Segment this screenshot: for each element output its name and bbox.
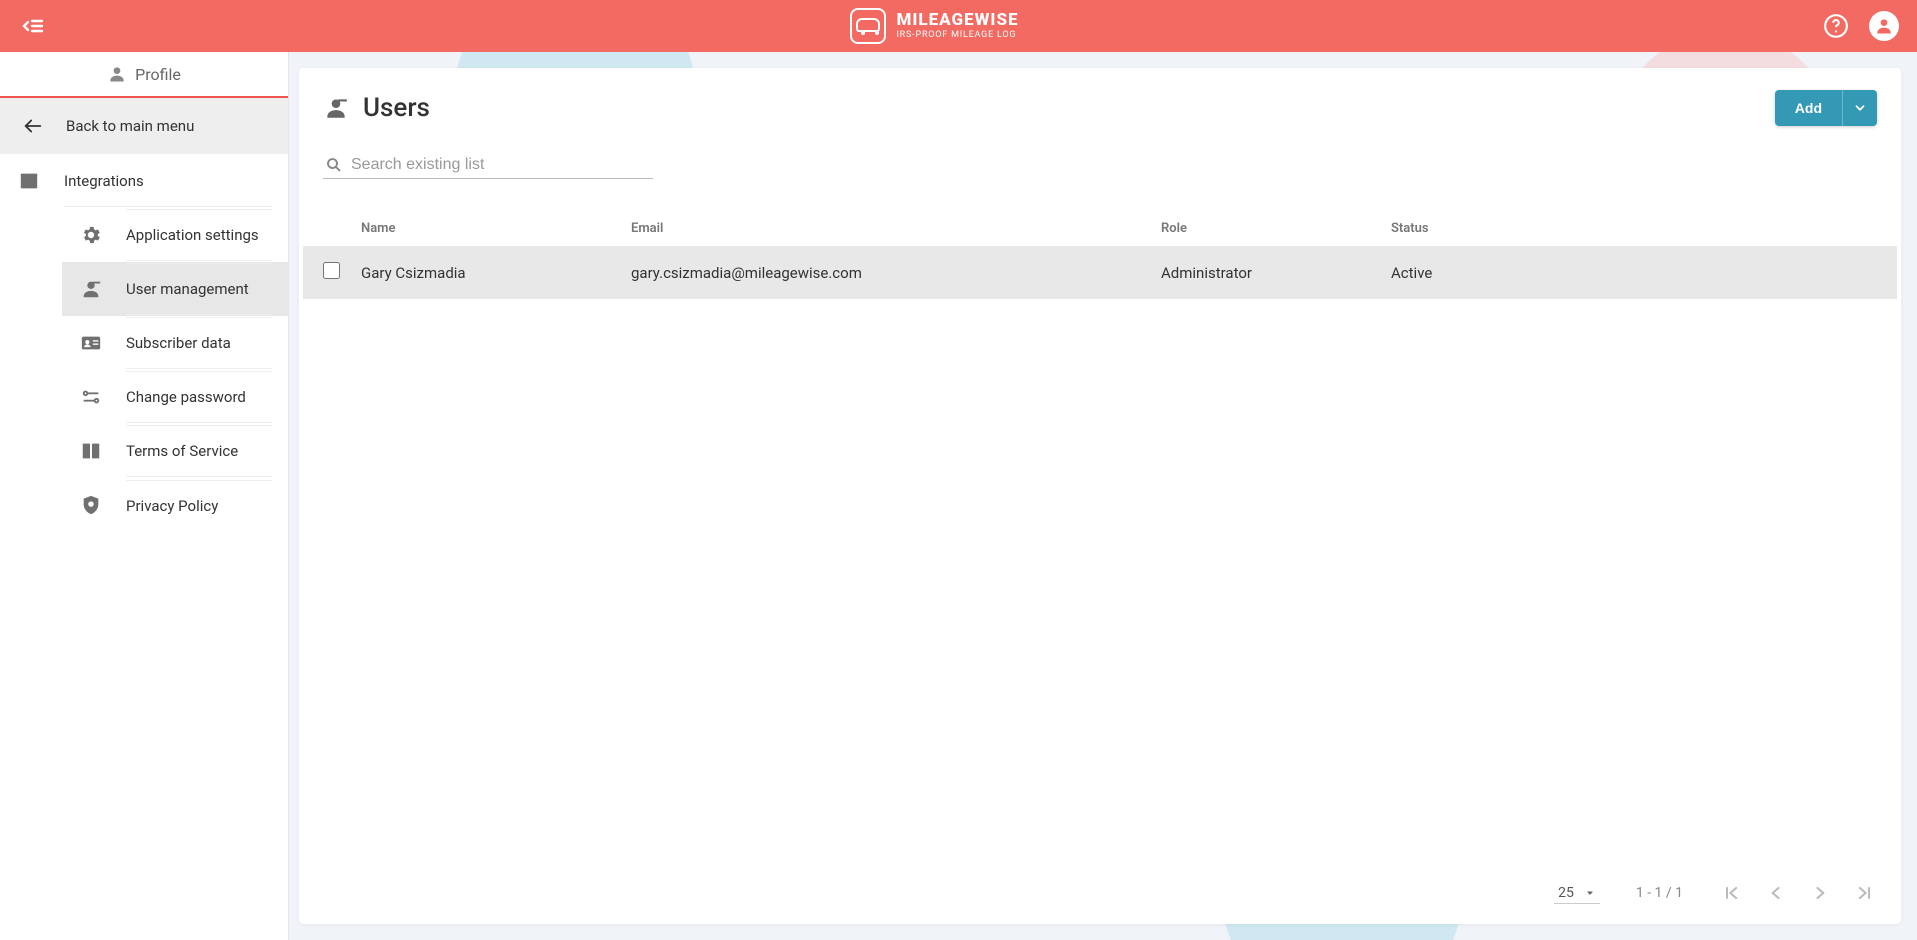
sidebar: Profile Back to main menu Integrations A… — [0, 52, 289, 940]
back-label: Back to main menu — [66, 117, 194, 135]
cell-email: gary.csizmadia@mileagewise.com — [623, 246, 1153, 299]
cell-status: Active — [1383, 246, 1897, 299]
search-icon — [325, 156, 343, 174]
sidebar-item-subscriber-data[interactable]: Subscriber data — [62, 316, 288, 370]
users-table: Name Email Role Status Gary Csizmadia ga… — [303, 211, 1897, 299]
sidebar-item-label: Terms of Service — [126, 425, 272, 477]
cell-name: Gary Csizmadia — [353, 246, 623, 299]
add-button-group: Add — [1775, 90, 1877, 126]
sidebar-item-terms[interactable]: Terms of Service — [62, 424, 288, 478]
sidebar-item-change-password[interactable]: Change password — [62, 370, 288, 424]
sidebar-item-user-management[interactable]: User management — [62, 262, 288, 316]
main-panel: Users Add — [299, 68, 1901, 924]
account-button[interactable] — [1869, 11, 1899, 41]
user-manage-icon — [80, 278, 102, 300]
id-card-icon — [80, 332, 102, 354]
sidebar-item-integrations[interactable]: Integrations — [0, 154, 288, 208]
caret-down-icon — [1584, 887, 1596, 899]
first-page-button[interactable] — [1719, 880, 1745, 906]
sidebar-item-label: Change password — [126, 371, 272, 423]
add-dropdown-button[interactable] — [1842, 90, 1877, 126]
column-header-name[interactable]: Name — [353, 211, 623, 246]
chevron-down-icon — [1853, 101, 1867, 115]
sidebar-item-label: Subscriber data — [126, 317, 272, 369]
last-page-button[interactable] — [1851, 880, 1877, 906]
add-button[interactable]: Add — [1775, 90, 1842, 126]
sidebar-item-app-settings[interactable]: Application settings — [62, 208, 288, 262]
brand-mark-icon — [850, 8, 886, 44]
key-icon — [80, 386, 102, 408]
account-icon — [1874, 16, 1894, 36]
prev-page-button[interactable] — [1763, 880, 1789, 906]
brand-tagline: IRS-PROOF MILEAGE LOG — [896, 31, 1018, 40]
sidebar-menu: Integrations Application settings User m… — [0, 154, 288, 532]
book-icon — [80, 440, 102, 462]
first-page-icon — [1722, 883, 1742, 903]
sidebar-item-label: User management — [126, 263, 272, 315]
column-header-status[interactable]: Status — [1383, 211, 1897, 246]
sidebar-item-label: Application settings — [126, 209, 272, 261]
help-icon — [1823, 13, 1849, 39]
pagination: 25 1 - 1 / 1 — [299, 870, 1901, 924]
table-row[interactable]: Gary Csizmadia gary.csizmadia@mileagewis… — [303, 246, 1897, 299]
back-to-main-menu[interactable]: Back to main menu — [0, 98, 288, 154]
gear-icon — [80, 224, 102, 246]
menu-collapse-icon — [21, 14, 45, 38]
sidebar-item-privacy[interactable]: Privacy Policy — [62, 478, 288, 532]
app-header: MILEAGEWISE IRS-PROOF MILEAGE LOG — [0, 0, 1917, 52]
pagination-range: 1 - 1 / 1 — [1636, 885, 1683, 901]
search-input[interactable] — [351, 156, 651, 174]
search-box[interactable] — [323, 152, 653, 179]
page-title: Users — [363, 93, 430, 123]
chevron-right-icon — [1810, 883, 1830, 903]
row-checkbox[interactable] — [323, 262, 340, 279]
sidebar-item-label: Integrations — [64, 156, 272, 207]
brand-logo[interactable]: MILEAGEWISE IRS-PROOF MILEAGE LOG — [850, 8, 1018, 44]
last-page-icon — [1854, 883, 1874, 903]
integrations-icon — [18, 170, 40, 192]
arrow-left-icon — [22, 115, 44, 137]
page-size-select[interactable]: 25 — [1554, 883, 1600, 904]
chevron-left-icon — [1766, 883, 1786, 903]
next-page-button[interactable] — [1807, 880, 1833, 906]
shield-icon — [80, 494, 102, 516]
help-button[interactable] — [1821, 11, 1851, 41]
sidebar-item-label: Privacy Policy — [126, 480, 272, 531]
person-icon — [107, 64, 127, 84]
collapse-sidebar-button[interactable] — [18, 11, 48, 41]
cell-role: Administrator — [1153, 246, 1383, 299]
profile-tab[interactable]: Profile — [0, 52, 288, 98]
page-size-value: 25 — [1558, 885, 1574, 901]
column-header-email[interactable]: Email — [623, 211, 1153, 246]
brand-name: MILEAGEWISE — [896, 12, 1018, 29]
column-header-role[interactable]: Role — [1153, 211, 1383, 246]
users-page-icon — [323, 95, 349, 121]
profile-tab-label: Profile — [135, 65, 181, 84]
